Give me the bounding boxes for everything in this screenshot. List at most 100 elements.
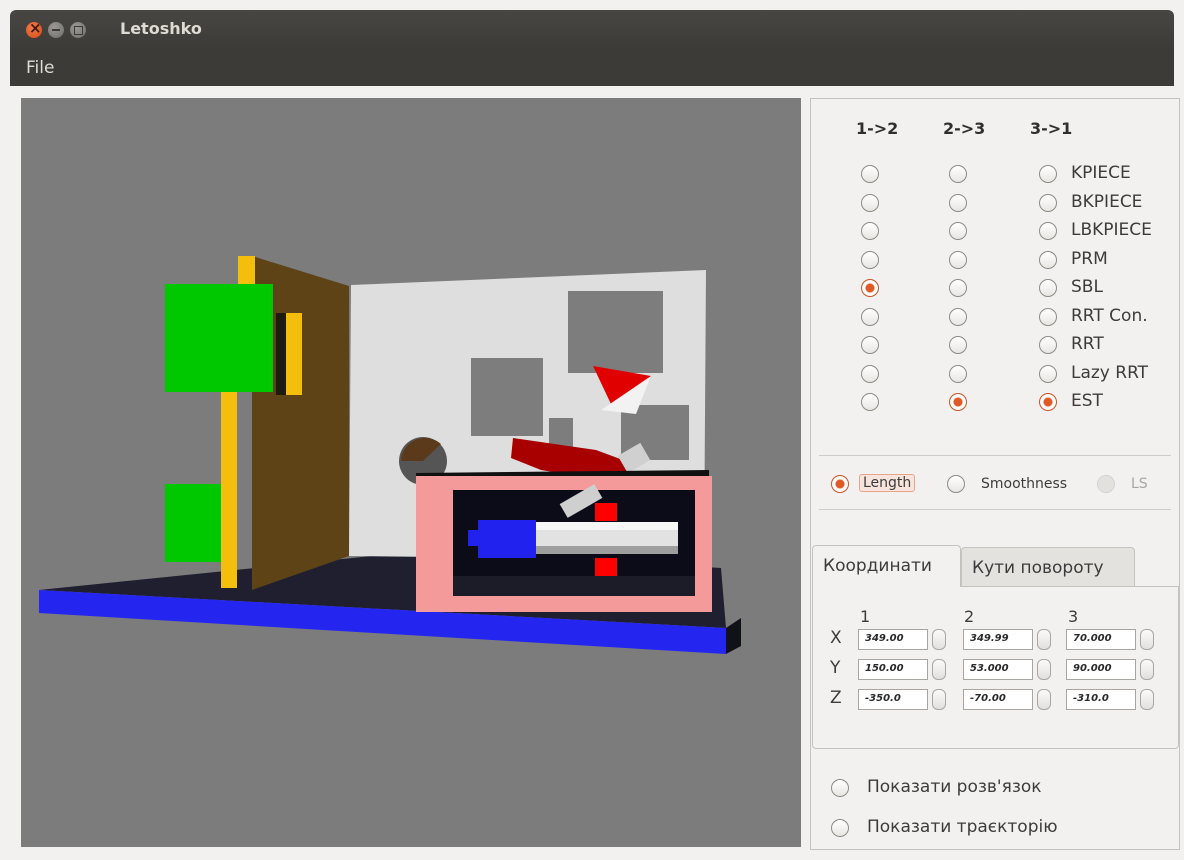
coord-x-1-input[interactable]: 349.00 <box>858 629 928 650</box>
planner-radio-1-to-2-bkpiece[interactable] <box>861 193 879 212</box>
algorithm-label: RRT <box>1071 334 1104 354</box>
show-trajectory-label: Показати траєкторію <box>867 817 1058 837</box>
coord-y-2-input[interactable]: 53.000 <box>963 659 1033 680</box>
control-panel: 1->2 2->3 3->1 KPIECE BKPIECE LBKPIECE PRM S… <box>810 98 1180 850</box>
algorithm-label: BKPIECE <box>1071 191 1143 212</box>
show-solution-label: Показати розв'язок <box>867 777 1042 797</box>
planner-radio-2-to-3-bkpiece[interactable] <box>949 193 967 212</box>
planner-radio-1-to-2-rrt[interactable] <box>861 336 879 354</box>
axis-label-y: Y <box>830 658 841 678</box>
planner-radio-2-to-3-lazy-rrt[interactable] <box>949 364 967 383</box>
algorithm-label: KPIECE <box>1071 163 1131 183</box>
coord-x-1-spin-button[interactable] <box>932 629 946 650</box>
coord-y-1-spin-button[interactable] <box>932 659 946 680</box>
coord-y-3-spin-button[interactable] <box>1140 659 1154 680</box>
planner-radio-3-to-1-sbl[interactable] <box>1039 279 1057 297</box>
planner-radio-1-to-2-prm[interactable] <box>861 250 879 269</box>
scene-render <box>39 256 741 654</box>
metric-length-radio[interactable] <box>831 475 849 493</box>
coord-x-3-spin-button[interactable] <box>1140 629 1154 650</box>
coord-z-3-spin-button[interactable] <box>1140 689 1154 710</box>
planner-radio-2-to-3-est[interactable] <box>949 393 967 411</box>
scene-viewport[interactable] <box>21 98 801 847</box>
planner-radio-1-to-2-rrt-con-[interactable] <box>861 307 879 326</box>
column-header-2-3: 2->3 <box>943 119 986 138</box>
blue-tool-tip <box>468 530 480 546</box>
algorithm-label: EST <box>1071 391 1103 411</box>
planner-radio-3-to-1-rrt[interactable] <box>1039 336 1057 354</box>
coordinates-panel: 1 2 3 X 349.00 349.99 70.000 Y 150.00 53.000 90… <box>812 586 1179 749</box>
coord-z-2-input[interactable]: -70.00 <box>963 689 1033 710</box>
planner-radio-1-to-2-lazy-rrt[interactable] <box>861 364 879 383</box>
green-block-lower <box>165 484 221 562</box>
planner-radio-2-to-3-rrt-con-[interactable] <box>949 307 967 326</box>
red-block-bottom <box>595 558 617 576</box>
coord-y-1-input[interactable]: 150.00 <box>858 659 928 680</box>
planner-radio-3-to-1-kpiece[interactable] <box>1039 165 1057 183</box>
planner-radio-1-to-2-est[interactable] <box>861 393 879 411</box>
show-solution-checkbox[interactable] <box>831 779 849 797</box>
planner-radio-2-to-3-prm[interactable] <box>949 250 967 269</box>
coord-header-1: 1 <box>860 607 871 626</box>
separator <box>819 509 1171 510</box>
coord-x-3-input[interactable]: 70.000 <box>1066 629 1136 650</box>
coord-y-3-input[interactable]: 90.000 <box>1066 659 1136 680</box>
metric-ls-label: LS <box>1131 476 1148 492</box>
planner-radio-2-to-3-rrt[interactable] <box>949 336 967 354</box>
green-block-upper <box>165 284 273 392</box>
coord-y-2-spin-button[interactable] <box>1037 659 1051 680</box>
menu-file[interactable]: File <box>26 58 54 78</box>
coord-x-2-input[interactable]: 349.99 <box>963 629 1033 650</box>
coord-z-1-input[interactable]: -350.0 <box>858 689 928 710</box>
maximize-window-icon[interactable] <box>70 22 86 38</box>
algorithm-label: Lazy RRT <box>1071 362 1149 383</box>
planner-radio-3-to-1-est[interactable] <box>1039 393 1057 411</box>
show-trajectory-checkbox[interactable] <box>831 819 849 837</box>
metric-smoothness-radio[interactable] <box>947 475 965 493</box>
metric-ls-radio[interactable] <box>1097 475 1115 493</box>
coord-header-3: 3 <box>1068 607 1079 626</box>
pink-box-floor <box>453 576 695 596</box>
coord-z-2-spin-button[interactable] <box>1037 689 1051 710</box>
blue-tool-body <box>478 520 536 558</box>
metric-smoothness-label: Smoothness <box>981 476 1068 492</box>
tab-rotation-angles[interactable]: Кути повороту <box>961 547 1135 587</box>
coord-x-2-spin-button[interactable] <box>1037 629 1051 650</box>
planner-radio-3-to-1-lazy-rrt[interactable] <box>1039 364 1057 383</box>
coord-z-1-spin-button[interactable] <box>932 689 946 710</box>
algorithm-label: LBKPIECE <box>1071 220 1152 240</box>
metric-length-label: Length <box>859 474 916 492</box>
planner-radio-2-to-3-kpiece[interactable] <box>949 165 967 183</box>
planner-radio-1-to-2-lbkpiece[interactable] <box>861 222 879 240</box>
window-title: Letoshko <box>120 19 202 38</box>
algorithm-label: SBL <box>1071 277 1103 297</box>
planner-radio-3-to-1-rrt-con-[interactable] <box>1039 307 1057 326</box>
title-bar: Letoshko <box>10 10 1174 50</box>
algorithm-label: PRM <box>1071 248 1108 269</box>
red-block-top <box>595 503 617 521</box>
planner-radio-1-to-2-kpiece[interactable] <box>861 165 879 183</box>
close-window-icon[interactable] <box>26 19 42 38</box>
planner-radio-3-to-1-prm[interactable] <box>1039 250 1057 269</box>
door-frame-bottom <box>221 388 237 588</box>
column-header-3-1: 3->1 <box>1030 119 1073 138</box>
door-frame-slot <box>286 313 302 395</box>
axis-label-z: Z <box>830 688 842 708</box>
algorithm-label: RRT Con. <box>1071 305 1148 326</box>
menu-bar: File <box>10 50 1174 86</box>
planner-radio-1-to-2-sbl[interactable] <box>861 279 879 297</box>
door-slot-dark <box>276 313 286 395</box>
coord-z-3-input[interactable]: -310.0 <box>1066 689 1136 710</box>
wall-window-mid <box>471 358 543 436</box>
planner-radio-2-to-3-lbkpiece[interactable] <box>949 222 967 240</box>
coord-header-2: 2 <box>964 607 975 626</box>
column-header-1-2: 1->2 <box>856 119 899 138</box>
separator <box>819 455 1171 456</box>
planner-radio-3-to-1-lbkpiece[interactable] <box>1039 222 1057 240</box>
tab-coordinates[interactable]: Координати <box>812 545 961 587</box>
planner-radio-2-to-3-sbl[interactable] <box>949 279 967 297</box>
planner-radio-3-to-1-bkpiece[interactable] <box>1039 193 1057 212</box>
wall-window-top <box>568 291 663 373</box>
base-plate-side <box>726 618 741 654</box>
minimize-window-icon[interactable] <box>48 22 64 38</box>
